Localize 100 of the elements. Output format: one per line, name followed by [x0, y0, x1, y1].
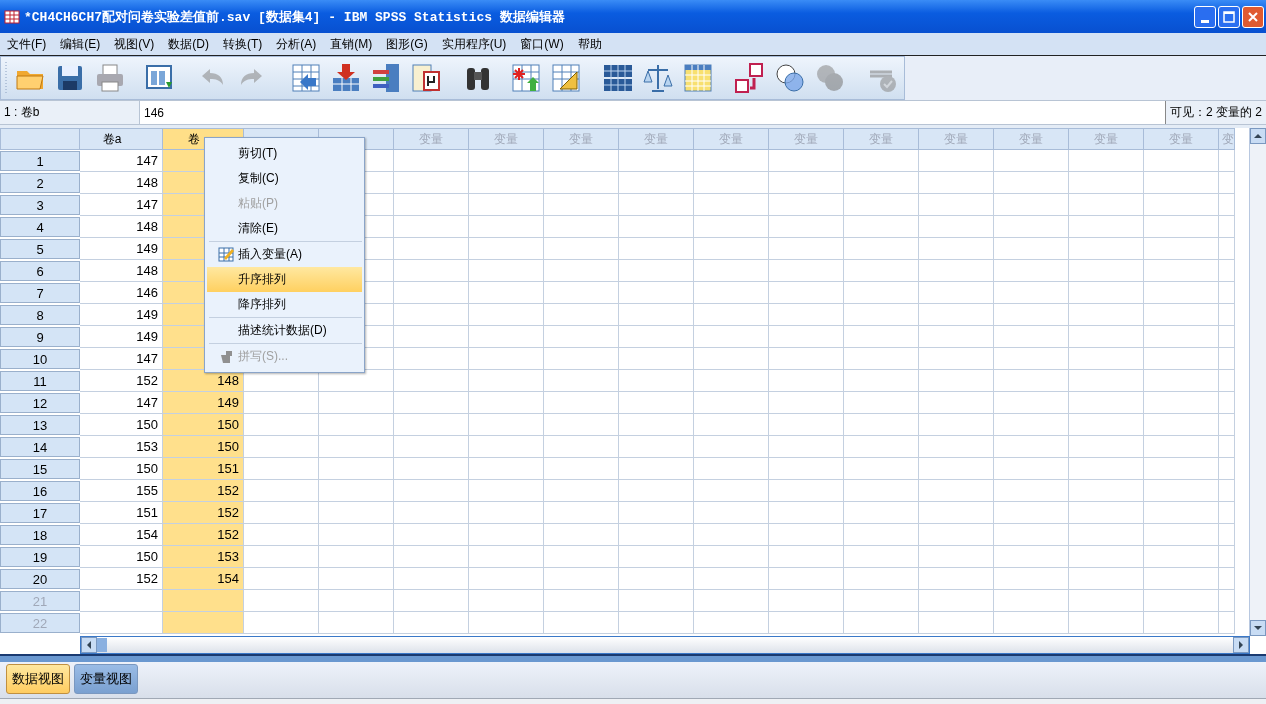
- table-cell: [1219, 150, 1235, 172]
- row-header[interactable]: 8: [0, 305, 80, 325]
- cell-reference: 1 : 卷b: [0, 101, 140, 124]
- menu-item[interactable]: 升序排列: [207, 267, 362, 292]
- value-labels-icon: [734, 62, 766, 94]
- row-header[interactable]: 13: [0, 415, 80, 435]
- table-cell: 151: [163, 458, 244, 480]
- menu-item[interactable]: 窗口(W): [516, 35, 568, 53]
- menu-item[interactable]: 数据(D): [164, 35, 213, 53]
- row-header[interactable]: 7: [0, 283, 80, 303]
- circles-icon: [814, 62, 846, 94]
- table-cell: [1219, 480, 1235, 502]
- row-header[interactable]: 12: [0, 393, 80, 413]
- menu-item[interactable]: 编辑(E): [56, 35, 105, 53]
- up-arrow-icon: [1254, 133, 1262, 139]
- table-cell: [1219, 216, 1235, 238]
- menu-item[interactable]: 分析(A): [272, 35, 321, 53]
- row-header[interactable]: 20: [0, 569, 80, 589]
- table-cell: 148: [163, 370, 244, 392]
- row-header[interactable]: 4: [0, 217, 80, 237]
- menu-item[interactable]: 插入变量(A): [207, 242, 362, 267]
- table-ruler-icon: [550, 62, 582, 94]
- menu-item[interactable]: 降序排列: [207, 292, 362, 317]
- table-cell: 152: [163, 502, 244, 524]
- table-cell: [1219, 370, 1235, 392]
- table-cell: 154: [163, 568, 244, 590]
- row-header[interactable]: 14: [0, 437, 80, 457]
- table-arrow-icon: [290, 62, 322, 94]
- table-cell: [1219, 326, 1235, 348]
- row-header[interactable]: 9: [0, 327, 80, 347]
- table-cell: [1219, 524, 1235, 546]
- view-tab[interactable]: 变量视图: [74, 664, 138, 694]
- horizontal-scrollbar[interactable]: [80, 636, 1250, 654]
- table-cell: [1219, 348, 1235, 370]
- menu-item[interactable]: 文件(F): [3, 35, 51, 53]
- table-cell: [1219, 546, 1235, 568]
- table-cell: [1219, 502, 1235, 524]
- column-header[interactable]: 卷a: [80, 128, 163, 150]
- menu-item[interactable]: 复制(C): [207, 166, 362, 191]
- table-cell: 149: [163, 392, 244, 414]
- menu-item[interactable]: 图形(G): [382, 35, 432, 53]
- row-header[interactable]: 6: [0, 261, 80, 281]
- scroll-down-button[interactable]: [1250, 620, 1266, 636]
- splitter[interactable]: [0, 654, 1266, 662]
- table-cell: [1219, 172, 1235, 194]
- scroll-up-button[interactable]: [1250, 128, 1266, 144]
- menu-item[interactable]: 实用程序(U): [437, 35, 511, 53]
- row-header[interactable]: 19: [0, 547, 80, 567]
- table-cell: 152: [163, 480, 244, 502]
- row-header[interactable]: 17: [0, 503, 80, 523]
- row-header[interactable]: 15: [0, 459, 80, 479]
- view-tab[interactable]: 数据视图: [6, 664, 70, 694]
- row-header[interactable]: 18: [0, 525, 80, 545]
- table-cell: [1219, 414, 1235, 436]
- hand-icon: [218, 348, 234, 364]
- close-icon: [1247, 10, 1259, 23]
- table-cell: [1219, 436, 1235, 458]
- insert-row-icon: [330, 62, 362, 94]
- row-header[interactable]: 1: [0, 151, 80, 171]
- table-cell: [1219, 568, 1235, 590]
- minimize-button[interactable]: [1194, 5, 1216, 28]
- table-cell: [1219, 238, 1235, 260]
- row-header[interactable]: 2: [0, 173, 80, 193]
- table-cell: [1219, 392, 1235, 414]
- table-cell: [1219, 612, 1235, 634]
- printer-icon: [94, 62, 126, 94]
- cell-editor-field[interactable]: 146: [140, 105, 1165, 120]
- table-cell: 153: [163, 546, 244, 568]
- scroll-right-button[interactable]: [1233, 637, 1249, 653]
- table-cell: [1219, 304, 1235, 326]
- scroll-left-button[interactable]: [81, 637, 97, 653]
- window-title: *CH4CH6CH7配对问卷实验差值前.sav [数据集4] - IBM SPSS Statistics 数据编辑器: [24, 8, 565, 26]
- app-icon: [4, 8, 20, 25]
- table-cell: [1219, 260, 1235, 282]
- menu-item[interactable]: 清除(E): [207, 216, 362, 241]
- row-header[interactable]: 5: [0, 239, 80, 259]
- visible-count: 可见：2 变量的 2: [1165, 101, 1266, 124]
- menu-item[interactable]: 帮助: [573, 35, 606, 53]
- table-icon: [682, 62, 714, 94]
- row-header[interactable]: 16: [0, 481, 80, 501]
- table-icon: [602, 62, 634, 94]
- close-button[interactable]: [1242, 5, 1264, 28]
- row-header[interactable]: 3: [0, 195, 80, 215]
- scale-icon: [642, 62, 674, 94]
- table-star-icon: [510, 62, 542, 94]
- down-arrow-icon: [1254, 625, 1262, 631]
- scroll-thumb[interactable]: [97, 638, 107, 652]
- table-cell: 150: [163, 436, 244, 458]
- toolbar-grip[interactable]: [4, 60, 8, 96]
- vertical-scrollbar[interactable]: [1249, 128, 1266, 636]
- table-cell: [1219, 590, 1235, 612]
- menu-item[interactable]: 描述统计数据(D): [207, 318, 362, 343]
- table-cell: [1219, 458, 1235, 480]
- row-header[interactable]: 11: [0, 371, 80, 391]
- menu-item[interactable]: 视图(V): [110, 35, 159, 53]
- menu-item[interactable]: 直销(M): [326, 35, 377, 53]
- bars-table-icon: [370, 62, 402, 94]
- maximize-button[interactable]: [1218, 5, 1240, 28]
- menu-item[interactable]: 转换(T): [219, 35, 267, 53]
- row-header[interactable]: 10: [0, 349, 80, 369]
